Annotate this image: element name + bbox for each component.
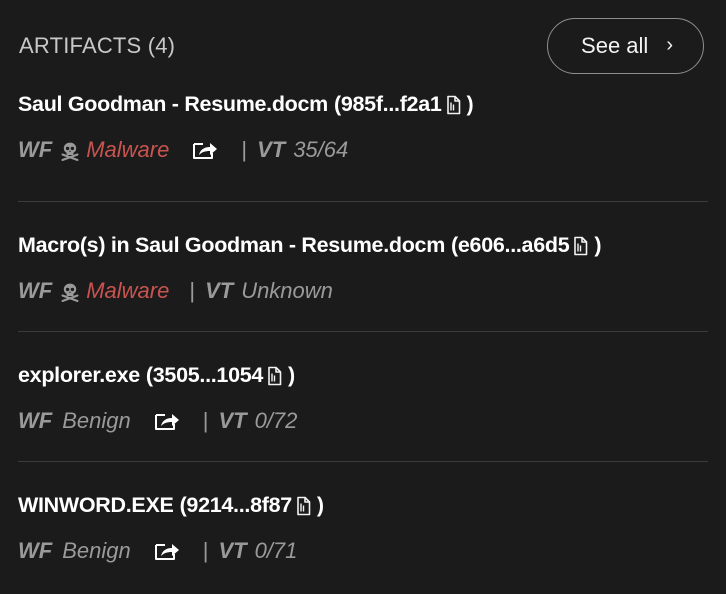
share-icon[interactable] (153, 541, 181, 563)
vt-label: VT (257, 137, 286, 162)
wf-label: WF (18, 278, 53, 303)
artifact-name[interactable]: explorer.exe (18, 363, 140, 388)
vt-score: Unknown (241, 278, 333, 303)
vt-label: VT (218, 538, 247, 563)
verdict-line: WF Benign | VT 0/71 (18, 538, 708, 564)
artifact-item: Saul Goodman - Resume.docm (985f...f2a1 … (18, 92, 708, 202)
verdict-line: WF Benign | VT 0/72 (18, 408, 708, 434)
hash-paren-close: ) (288, 363, 295, 387)
artifact-name[interactable]: Macro(s) in Saul Goodman - Resume.docm (18, 233, 445, 258)
vt-label: VT (218, 408, 247, 433)
hash-paren-close: ) (466, 92, 474, 116)
share-icon[interactable] (153, 411, 181, 433)
artifact-item: explorer.exe (3505...1054 ) WF Benign | … (18, 332, 708, 462)
artifact-name-line: Macro(s) in Saul Goodman - Resume.docm (… (18, 202, 708, 258)
artifact-hash: (985f...f2a1 (333, 92, 442, 116)
artifact-name-line: Saul Goodman - Resume.docm (985f...f2a1 … (18, 92, 708, 117)
see-all-button[interactable]: See all › (547, 18, 704, 74)
separator: | (241, 137, 248, 162)
artifact-hash: (e606...a6d5 (451, 233, 570, 257)
vt-score: 35/64 (293, 137, 349, 162)
artifact-name[interactable]: WINWORD.EXE (18, 493, 174, 518)
wf-label: WF (18, 408, 53, 433)
artifact-hash: (9214...8f87 (179, 493, 293, 517)
separator: | (202, 408, 209, 433)
wf-label: WF (18, 538, 53, 563)
artifact-name-line: explorer.exe (3505...1054 ) (18, 332, 708, 388)
share-icon[interactable] (191, 140, 219, 162)
vt-score: 0/71 (254, 538, 298, 563)
artifact-item: WINWORD.EXE (9214...8f87 ) WF Benign | V… (18, 462, 708, 592)
see-all-label: See all (581, 33, 649, 58)
separator: | (189, 278, 196, 303)
hash-paren-close: ) (594, 233, 602, 257)
hash-paren-close: ) (316, 493, 324, 517)
wf-verdict: Benign (62, 538, 131, 563)
artifacts-title: ARTIFACTS (4) (19, 33, 176, 58)
wf-verdict: Benign (62, 408, 131, 433)
vt-label: VT (205, 278, 234, 303)
vt-score: 0/72 (254, 408, 298, 433)
artifact-hash: (3505...1054 (145, 363, 264, 387)
verdict-line: WF Malware | VT 35/64 (18, 137, 708, 163)
wf-label: WF (18, 137, 53, 162)
copy-icon[interactable] (267, 366, 282, 386)
skull-crossbones-icon (60, 141, 80, 161)
skull-crossbones-icon (60, 282, 80, 302)
copy-icon[interactable] (296, 496, 311, 516)
verdict-line: WF Malware | VT Unknown (18, 278, 708, 304)
copy-icon[interactable] (573, 236, 588, 256)
artifact-name-line: WINWORD.EXE (9214...8f87 ) (18, 462, 708, 518)
copy-icon[interactable] (446, 95, 461, 115)
artifacts-panel: ARTIFACTS (4) See all › Saul Goodman - R… (0, 0, 726, 594)
artifact-name[interactable]: Saul Goodman - Resume.docm (18, 92, 328, 117)
separator: | (202, 538, 209, 563)
wf-verdict: Malware (86, 137, 170, 162)
chevron-right-icon: › (666, 34, 673, 56)
artifact-item: Macro(s) in Saul Goodman - Resume.docm (… (18, 202, 708, 332)
artifacts-header: ARTIFACTS (4) See all › (18, 0, 708, 92)
wf-verdict: Malware (86, 278, 170, 303)
